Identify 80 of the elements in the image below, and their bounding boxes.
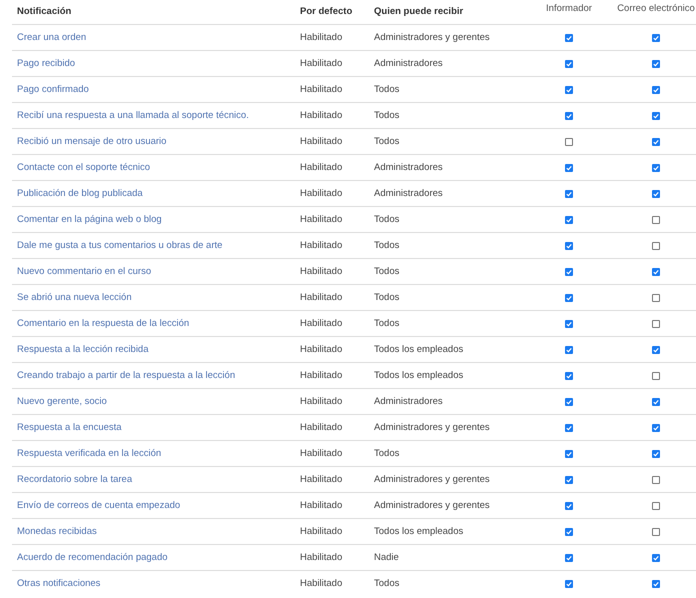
recipients: Todos — [374, 136, 400, 147]
notification-name: Dale me gusta a tus comentarios u obras de arte — [16, 240, 222, 251]
recipients: Todos — [374, 110, 400, 121]
notification-name: Otras notificaciones — [16, 578, 100, 589]
default-status: Habilitado — [300, 474, 342, 485]
recipients: Administradores y gerentes — [374, 500, 490, 511]
default-status: Habilitado — [300, 526, 342, 537]
notification-name: Nuevo commentario en el curso — [16, 266, 152, 277]
recipients: Todos los empleados — [374, 370, 464, 381]
column-header: Quien puede recibir — [374, 6, 464, 17]
default-status: Habilitado — [300, 110, 342, 121]
recipients: Administradores — [374, 188, 443, 199]
recipients: Todos — [374, 448, 400, 459]
notification-name: Envío de correos de cuenta empezado — [16, 500, 180, 511]
notification-name: Pago confirmado — [16, 84, 89, 95]
recipients: Todos los empleados — [374, 526, 464, 537]
default-status: Habilitado — [300, 344, 342, 355]
recipients: Administradores y gerentes — [374, 422, 490, 433]
recipients: Todos — [374, 214, 400, 225]
recipients: Administradores — [374, 58, 443, 69]
default-status: Habilitado — [300, 552, 342, 563]
column-header: Por defecto — [300, 6, 352, 17]
notification-name: Nuevo gerente, socio — [16, 396, 107, 407]
recipients: Todos los empleados — [374, 344, 464, 355]
recipients: Todos — [374, 318, 400, 329]
email-checkbox[interactable] — [652, 242, 660, 250]
column-header: Correo electrónico — [617, 3, 695, 14]
email-checkbox[interactable] — [652, 372, 660, 380]
default-status: Habilitado — [300, 32, 342, 43]
notification-name: Se abrió una nueva lección — [16, 292, 132, 303]
column-header: Notificación — [16, 6, 72, 17]
recipients: Todos — [374, 240, 400, 251]
default-status: Habilitado — [300, 370, 342, 381]
default-status: Habilitado — [300, 500, 342, 511]
email-checkbox[interactable] — [652, 476, 660, 484]
default-status: Habilitado — [300, 578, 342, 589]
default-status: Habilitado — [300, 136, 342, 147]
default-status: Habilitado — [300, 84, 342, 95]
recipients: Todos — [374, 578, 400, 589]
default-status: Habilitado — [300, 162, 342, 173]
default-status: Habilitado — [300, 240, 342, 251]
notification-name: Acuerdo de recomendación pagado — [16, 552, 168, 563]
informer-checkbox[interactable] — [565, 138, 573, 146]
notification-name: Respuesta verificada en la lección — [16, 448, 162, 459]
notification-name: Respuesta a la lección recibida — [16, 344, 148, 355]
default-status: Habilitado — [300, 396, 342, 407]
recipients: Administradores — [374, 396, 443, 407]
recipients: Todos — [374, 84, 400, 95]
notification-name: Creando trabajo a partir de la respuesta a la lección — [16, 370, 236, 381]
default-status: Habilitado — [300, 188, 342, 199]
default-status: Habilitado — [300, 448, 342, 459]
recipients: Todos — [374, 266, 400, 277]
email-checkbox[interactable] — [652, 320, 660, 328]
notification-name: Monedas recibidas — [16, 526, 97, 537]
recipients: Administradores y gerentes — [374, 474, 490, 485]
recipients: Administradores — [374, 162, 443, 173]
notification-name: Publicación de blog publicada — [16, 188, 143, 199]
notification-name: Recibí una respuesta a una llamada al soporte técnico. — [16, 110, 249, 121]
default-status: Habilitado — [300, 214, 342, 225]
email-checkbox[interactable] — [652, 528, 660, 536]
recipients: Todos — [374, 292, 400, 303]
notification-name: Recibió un mensaje de otro usuario — [16, 136, 166, 147]
notification-name: Recordatorio sobre la tarea — [16, 474, 132, 485]
default-status: Habilitado — [300, 318, 342, 329]
notification-name: Pago recibido — [16, 58, 76, 69]
recipients: Nadie — [374, 552, 399, 563]
recipients: Administradores y gerentes — [374, 32, 490, 43]
email-checkbox[interactable] — [652, 294, 660, 302]
default-status: Habilitado — [300, 292, 342, 303]
notification-name: Respuesta a la encuesta — [16, 422, 122, 433]
default-status: Habilitado — [300, 58, 342, 69]
default-status: Habilitado — [300, 266, 342, 277]
notification-name: Comentario en la respuesta de la lección — [16, 318, 190, 329]
notification-name: Crear una orden — [16, 32, 86, 43]
default-status: Habilitado — [300, 422, 342, 433]
column-header: Informador — [546, 3, 592, 14]
email-checkbox[interactable] — [652, 502, 660, 510]
email-checkbox[interactable] — [652, 216, 660, 224]
notification-name: Comentar en la página web o blog — [16, 214, 162, 225]
notification-name: Contacte con el soporte técnico — [16, 162, 150, 173]
